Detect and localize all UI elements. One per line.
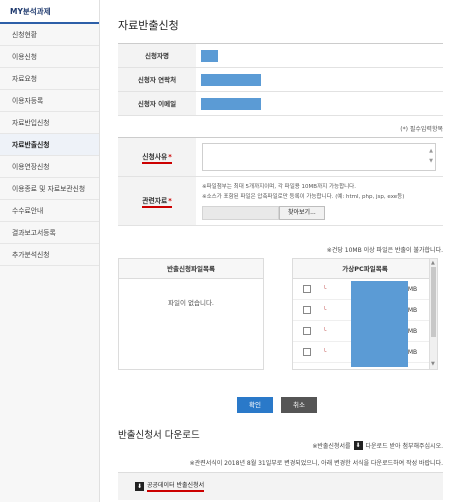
file-path-input[interactable] bbox=[202, 206, 279, 220]
vpc-file-list-title: 가상PC파일목록 bbox=[293, 259, 437, 279]
applicant-name-row: 신청자명 bbox=[118, 44, 443, 68]
applicant-email-value bbox=[196, 92, 443, 115]
sidebar-item-use-apply[interactable]: 이용신청 bbox=[0, 46, 99, 68]
sidebar-item-end-archive[interactable]: 이용종료 및 자료보관신청 bbox=[0, 178, 99, 200]
textarea-scroll-icon[interactable]: ▲ ▼ bbox=[429, 146, 433, 166]
file-checkbox[interactable] bbox=[303, 285, 311, 293]
applicant-contact-value bbox=[196, 68, 443, 91]
file-checkbox[interactable] bbox=[303, 348, 311, 356]
reason-cell: ▲ ▼ bbox=[196, 138, 443, 176]
sidebar-item-import-apply[interactable]: 자료반입신청 bbox=[0, 112, 99, 134]
reason-textarea[interactable]: ▲ ▼ bbox=[202, 143, 436, 171]
related-label: 관련자료* bbox=[118, 177, 196, 225]
scroll-down-icon[interactable]: ▼ bbox=[431, 361, 435, 367]
page-title: 자료반출신청 bbox=[118, 19, 179, 32]
applicant-name-label: 신청자명 bbox=[118, 44, 196, 67]
required-note: (*) 필수입력항목 bbox=[400, 126, 443, 133]
applicant-email-row: 신청자 이메일 bbox=[118, 92, 443, 116]
sidebar-item-data-request[interactable]: 자료요청 bbox=[0, 68, 99, 90]
applicant-info-table: 신청자명 신청자 연락처 신청자 이메일 bbox=[118, 43, 443, 116]
reason-row: 신청사유* ▲ ▼ bbox=[118, 138, 443, 177]
download-icon: ⬇ bbox=[353, 441, 363, 450]
main-content: 자료반출신청 신청자명 신청자 연락처 신청자 이메일 (*) 필수입력항목 신… bbox=[101, 0, 463, 502]
export-file-list-panel: 반출신청파일목록 파일이 없습니다. bbox=[118, 258, 264, 370]
sidebar-item-extend-apply[interactable]: 이용연장신청 bbox=[0, 156, 99, 178]
applicant-contact-label: 신청자 연락처 bbox=[118, 68, 196, 91]
sidebar: MY분석과제 신청현황 이용신청 자료요청 이용자등록 자료반입신청 자료반출신… bbox=[0, 0, 100, 502]
masked-file-names-block bbox=[351, 281, 408, 367]
form-change-note: ※관련서식이 2018년 8월 31일부로 변경되었으니, 아래 변경한 서식을… bbox=[189, 460, 443, 467]
attach-note: ※파일첨부는 최대 5개까지이며, 각 파일용 10MB까지 가능합니다. bbox=[202, 184, 356, 190]
browse-button[interactable]: 찾아보기... bbox=[279, 206, 325, 220]
masked-name-block bbox=[201, 50, 218, 62]
size-limit-note: ※건당 10MB 이상 파일은 반출이 불가합니다. bbox=[326, 247, 443, 254]
cancel-button[interactable]: 취소 bbox=[281, 397, 317, 413]
sidebar-item-report-register[interactable]: 결과보고서등록 bbox=[0, 222, 99, 244]
sidebar-item-export-apply[interactable]: 자료반출신청 bbox=[0, 134, 99, 156]
applicant-email-label: 신청자 이메일 bbox=[118, 92, 196, 115]
applicant-contact-row: 신청자 연락처 bbox=[118, 68, 443, 92]
file-checkbox[interactable] bbox=[303, 327, 311, 335]
sidebar-item-status[interactable]: 신청현황 bbox=[0, 24, 99, 46]
reason-label: 신청사유* bbox=[118, 138, 196, 176]
download-section-title: 반출신청서 다운로드 bbox=[118, 430, 200, 441]
download-note: ※반출신청서를 ⬇ 다운로드 받아 첨부해주십시오. bbox=[312, 441, 443, 450]
file-picker: 찾아보기... bbox=[202, 206, 437, 220]
export-form-download-button[interactable]: ⬇ 공공데이터 반출신청서 bbox=[132, 479, 205, 493]
related-row: 관련자료* ※파일첨부는 최대 5개까지이며, 각 파일용 10MB까지 가능합… bbox=[118, 177, 443, 226]
sidebar-item-extra-analysis[interactable]: 추가분석신청 bbox=[0, 244, 99, 266]
file-checkbox[interactable] bbox=[303, 306, 311, 314]
export-file-list-title: 반출신청파일목록 bbox=[119, 259, 263, 279]
related-cell: ※파일첨부는 최대 5개까지이며, 각 파일용 10MB까지 가능합니다. ※소… bbox=[196, 177, 443, 225]
export-form: 신청사유* ▲ ▼ 관련자료* ※파일첨부는 최대 5개까지이며, 각 파일용 1… bbox=[118, 137, 443, 226]
confirm-button[interactable]: 확인 bbox=[237, 397, 273, 413]
source-note: ※소스가 포함된 파일은 압축파일로만 등록이 가능합니다. (예: html,… bbox=[202, 194, 405, 200]
sidebar-item-user-register[interactable]: 이용자등록 bbox=[0, 90, 99, 112]
empty-file-message: 파일이 없습니다. bbox=[168, 299, 214, 307]
download-box: ⬇ 공공데이터 반출신청서 bbox=[118, 472, 443, 500]
download-icon: ⬇ bbox=[135, 481, 144, 491]
masked-contact-block bbox=[201, 74, 261, 86]
masked-email-block bbox=[201, 98, 261, 110]
scroll-up-icon[interactable]: ▲ bbox=[431, 260, 435, 266]
sidebar-item-fee-info[interactable]: 수수료안내 bbox=[0, 200, 99, 222]
scroll-thumb[interactable] bbox=[431, 267, 436, 337]
sidebar-header: MY분석과제 bbox=[0, 0, 99, 24]
vpc-file-list-panel: 가상PC파일목록 └ 1MB └ 1MB └ 1MB └ 1MB ▲ ▼ bbox=[292, 258, 438, 370]
applicant-name-value bbox=[196, 44, 443, 67]
vpc-list-scrollbar[interactable]: ▲ ▼ bbox=[429, 259, 437, 369]
